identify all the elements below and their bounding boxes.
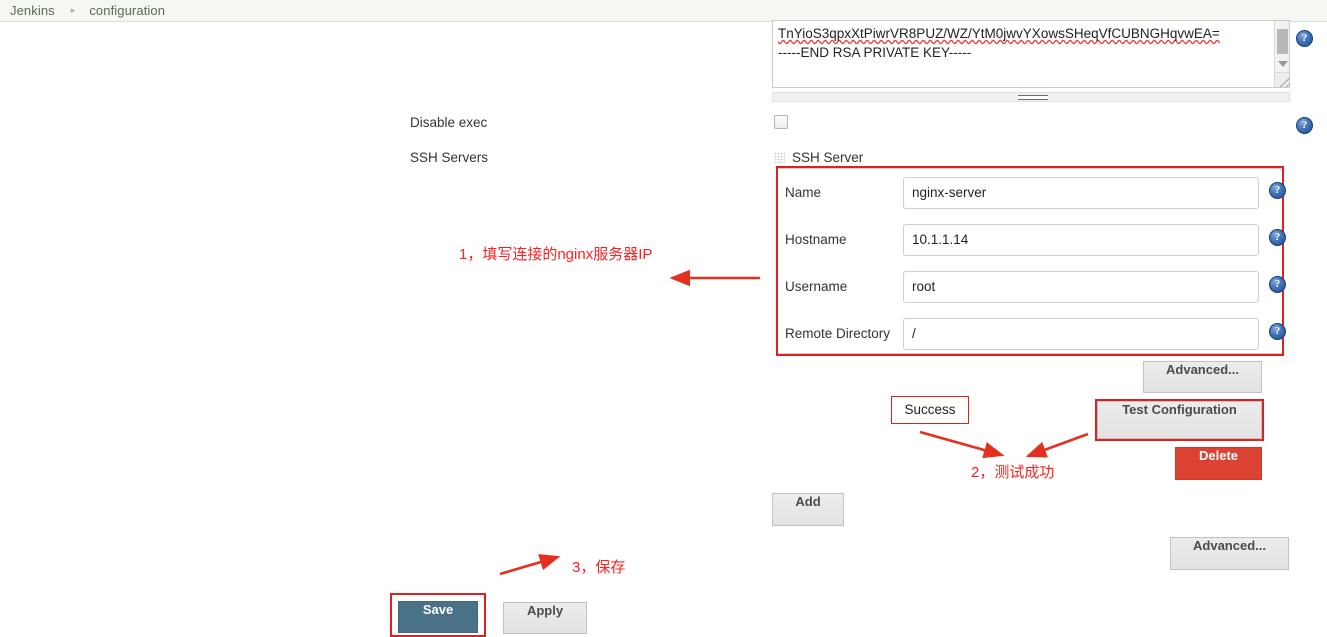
ssh-username-label: Username [785, 279, 848, 294]
ssh-hostname-input[interactable] [903, 223, 1259, 256]
annotation-note-1: 1，填写连接的nginx服务器IP [459, 246, 653, 263]
help-icon[interactable]: ? [1269, 229, 1286, 246]
advanced-section-button[interactable]: Advanced... [1170, 537, 1289, 570]
ssh-server-panel: Name Hostname Username Remote Directory [776, 168, 1284, 354]
help-icon[interactable]: ? [1296, 117, 1313, 134]
add-button[interactable]: Add [772, 493, 844, 526]
private-key-line-1: TnYioS3qpxXtPiwrVR8PUZ/WZ/YtM0jwvYXowsSH… [778, 26, 1220, 41]
chevron-right-icon: ▸ [70, 5, 76, 15]
ssh-name-label: Name [785, 185, 822, 200]
apply-button[interactable]: Apply [503, 602, 587, 634]
ssh-hostname-label: Hostname [785, 232, 847, 247]
save-button[interactable]: Save [398, 601, 478, 633]
scrollbar-thumb-horizontal[interactable] [1018, 95, 1048, 100]
annotation-note-3: 3，保存 [572, 559, 626, 576]
test-result-status: Success [891, 396, 969, 424]
ssh-remote-directory-input[interactable] [903, 317, 1259, 350]
private-key-line-2: -----END RSA PRIVATE KEY----- [778, 45, 972, 60]
ssh-field-row: Username [777, 263, 1283, 310]
private-key-text: TnYioS3qpxXtPiwrVR8PUZ/WZ/YtM0jwvYXowsSH… [778, 24, 1258, 62]
ssh-remote-directory-label: Remote Directory [785, 326, 891, 341]
arrow-to-save [499, 554, 561, 576]
resize-handle-icon[interactable] [1274, 72, 1289, 87]
ssh-field-row: Remote Directory [777, 310, 1283, 357]
advanced-server-button[interactable]: Advanced... [1143, 361, 1262, 393]
help-icon[interactable]: ? [1269, 182, 1286, 199]
delete-button[interactable]: Delete [1175, 447, 1262, 480]
chevron-down-icon[interactable] [1278, 61, 1288, 67]
horizontal-scrollbar[interactable] [772, 92, 1290, 102]
annotation-note-2: 2，测试成功 [971, 464, 1055, 481]
drag-handle-icon[interactable] [774, 152, 785, 163]
scrollbar-thumb[interactable] [1277, 29, 1288, 54]
arrow-from-success [919, 430, 1005, 459]
ssh-server-title: SSH Server [792, 150, 864, 165]
breadcrumb-bar: Jenkins ▸ configuration [0, 0, 1327, 22]
test-configuration-button[interactable]: Test Configuration [1097, 401, 1262, 439]
help-icon[interactable]: ? [1269, 323, 1286, 340]
disable-exec-label: Disable exec [410, 115, 488, 130]
ssh-name-input[interactable] [903, 176, 1259, 209]
ssh-field-row: Name [777, 169, 1283, 216]
breadcrumb: Jenkins ▸ configuration [0, 0, 1327, 21]
disable-exec-checkbox[interactable] [774, 115, 788, 129]
ssh-username-input[interactable] [903, 270, 1259, 303]
breadcrumb-item-jenkins[interactable]: Jenkins [10, 3, 55, 18]
private-key-textarea[interactable]: TnYioS3qpxXtPiwrVR8PUZ/WZ/YtM0jwvYXowsSH… [772, 20, 1290, 88]
breadcrumb-item-configuration[interactable]: configuration [89, 3, 165, 18]
ssh-field-row: Hostname [777, 216, 1283, 263]
help-icon[interactable]: ? [1269, 276, 1286, 293]
arrow-from-test-configuration [1025, 432, 1089, 458]
help-icon[interactable]: ? [1296, 30, 1313, 47]
ssh-servers-label: SSH Servers [410, 150, 489, 165]
